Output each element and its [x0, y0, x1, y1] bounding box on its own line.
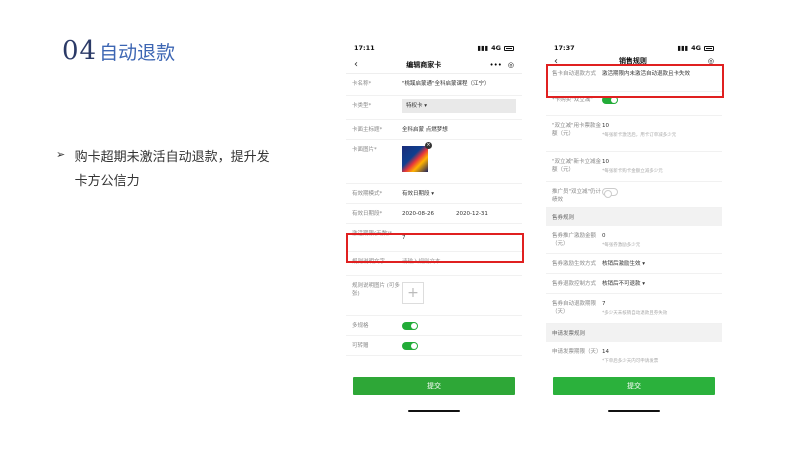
voucher-refund-days-label: 售券自动退款期限（天）: [552, 301, 597, 315]
bullet-point: ➢ 购卡超期未激活自动退款，提升发卡方公信力: [56, 146, 276, 194]
card-image-thumbnail[interactable]: ×: [402, 142, 432, 172]
invoice-days-label: 申请发票期限（天）: [552, 349, 602, 355]
voucher-refund-days-input[interactable]: 7: [602, 301, 606, 307]
invoice-days-hint: *下单后多少天内可申请发票: [602, 359, 659, 364]
card-type-select[interactable]: 特权卡 ▾: [402, 99, 516, 113]
bullet-text: 购卡超期未激活自动退款，提升发卡方公信力: [74, 150, 270, 189]
signal-icon: ▮▮▮: [677, 44, 689, 52]
validity-mode-row[interactable]: 有效期模式* 有效日期段 ▾: [346, 184, 522, 204]
transferable-toggle[interactable]: [402, 342, 418, 350]
slide-number: 04: [62, 36, 98, 66]
status-time: 17:37: [554, 44, 575, 52]
status-time: 17:11: [354, 44, 375, 52]
card-type-row[interactable]: 卡类型* 特权卡 ▾: [346, 96, 522, 120]
date-range-row[interactable]: 有效日期段* 2020-08-26 2020-12-31: [346, 204, 522, 224]
voucher-reward-row[interactable]: 售券推广激励金额（元） 0 *每张券激励多少元: [546, 226, 722, 254]
dual-new-amount-row[interactable]: "双立减"新卡立减金额（元） 10 *每张新卡购卡金额立减多少元: [546, 152, 722, 182]
card-image-row: 卡面图片* ×: [346, 140, 522, 184]
highlight-activation-days: [346, 233, 524, 263]
card-name-label: 卡名称*: [352, 81, 372, 87]
date-start[interactable]: 2020-08-26: [402, 210, 434, 218]
voucher-refund-select[interactable]: 核销后不可退款 ▾: [602, 280, 716, 288]
network-label: 4G: [491, 44, 501, 52]
upload-plus-icon[interactable]: +: [402, 282, 424, 304]
card-name-value: "桃蹊启蒙通"全科启蒙课程（江宁）: [402, 81, 490, 87]
multi-spec-label: 多规格: [352, 323, 369, 329]
remove-image-icon[interactable]: ×: [425, 142, 432, 149]
slide-heading: 自动退款: [99, 42, 176, 64]
more-icon[interactable]: •••: [490, 61, 502, 69]
dual-card-amount-row[interactable]: "双立减"用卡票款金额（元） 10 *每张新卡激活后，用卡订单减多少元: [546, 116, 722, 152]
signal-icon: ▮▮▮: [477, 44, 489, 52]
voucher-effect-label: 售券激励生效方式: [552, 261, 597, 267]
voucher-refund-label: 售券退款控制方式: [552, 281, 597, 287]
status-bar: 17:37 ▮▮▮ 4G: [546, 40, 722, 56]
promoter-toggle[interactable]: [602, 188, 618, 198]
home-indicator: [408, 410, 460, 412]
voucher-refund-days-row[interactable]: 售券自动退款期限（天） 7 *多少天未核销自动退款且券失效: [546, 294, 722, 324]
main-title-row[interactable]: 卡面主标题* 全科启蒙 点燃梦想: [346, 120, 522, 140]
slide-title: 04 自动退款: [62, 36, 175, 66]
voucher-effect-select[interactable]: 核销后激励生效 ▾: [602, 260, 716, 268]
submit-button[interactable]: 提交: [553, 377, 715, 395]
voucher-effect-row[interactable]: 售券激励生效方式 核销后激励生效 ▾: [546, 254, 722, 274]
submit-button[interactable]: 提交: [353, 377, 515, 395]
nav-bar: ‹ 编辑商家卡 ••• ◎: [346, 56, 522, 74]
main-title-label: 卡面主标题*: [352, 127, 383, 133]
promoter-row: 推广员"双立减"仍计绩效: [546, 182, 722, 208]
battery-icon: [504, 45, 514, 51]
voucher-refund-days-hint: *多少天未核销自动退款且券失效: [602, 311, 668, 316]
date-end[interactable]: 2020-12-31: [456, 210, 488, 218]
status-bar: 17:11 ▮▮▮ 4G: [346, 40, 522, 56]
back-icon[interactable]: ‹: [354, 59, 358, 70]
close-target-icon[interactable]: ◎: [508, 61, 514, 69]
voucher-refund-row[interactable]: 售券退款控制方式 核销后不可退款 ▾: [546, 274, 722, 294]
rule-image-label: 规则说明图片 (可多张): [352, 283, 400, 297]
multi-spec-row: 多规格: [346, 316, 522, 336]
card-image-label: 卡面图片*: [352, 147, 377, 153]
validity-mode-select[interactable]: 有效日期段 ▾: [402, 190, 516, 198]
invoice-days-row[interactable]: 申请发票期限（天） 14 *下单后多少天内可申请发票: [546, 342, 722, 370]
multi-spec-toggle[interactable]: [402, 322, 418, 330]
dual-card-amount-input[interactable]: 10: [602, 123, 609, 129]
transferable-label: 可转赠: [352, 343, 369, 349]
phone-screenshot-edit-card: 17:11 ▮▮▮ 4G ‹ 编辑商家卡 ••• ◎ 卡名称* "桃蹊启蒙通"全科启…: [346, 40, 522, 420]
date-range-label: 有效日期段*: [352, 211, 383, 217]
home-indicator: [608, 410, 660, 412]
network-label: 4G: [691, 44, 701, 52]
promoter-label: 推广员"双立减"仍计绩效: [552, 189, 602, 203]
dual-new-amount-input[interactable]: 10: [602, 159, 609, 165]
voucher-reward-hint: *每张券激励多少元: [602, 243, 641, 248]
card-type-label: 卡类型*: [352, 103, 372, 109]
dual-new-amount-hint: *每张新卡购卡金额立减多少元: [602, 169, 663, 174]
validity-mode-label: 有效期模式*: [352, 191, 383, 197]
arrow-bullet-icon: ➢: [56, 148, 66, 161]
nav-title: 编辑商家卡: [406, 60, 442, 69]
dual-card-amount-hint: *每张新卡激活后，用卡订单减多少元: [602, 133, 677, 138]
dual-new-amount-label: "双立减"新卡立减金额（元）: [552, 159, 602, 173]
section-voucher-rules: 售券规则: [546, 208, 722, 226]
invoice-days-input[interactable]: 14: [602, 349, 609, 355]
main-title-value: 全科启蒙 点燃梦想: [402, 127, 448, 133]
voucher-reward-label: 售券推广激励金额（元）: [552, 233, 597, 247]
card-name-row[interactable]: 卡名称* "桃蹊启蒙通"全科启蒙课程（江宁）: [346, 74, 522, 96]
battery-icon: [704, 45, 714, 51]
rule-image-row: 规则说明图片 (可多张) +: [346, 276, 522, 316]
voucher-reward-input[interactable]: 0: [602, 233, 606, 239]
highlight-auto-refund: [546, 64, 724, 98]
section-invoice-rules: 申请发票规则: [546, 324, 722, 342]
transferable-row: 可转赠: [346, 336, 522, 356]
dual-card-amount-label: "双立减"用卡票款金额（元）: [552, 123, 602, 137]
